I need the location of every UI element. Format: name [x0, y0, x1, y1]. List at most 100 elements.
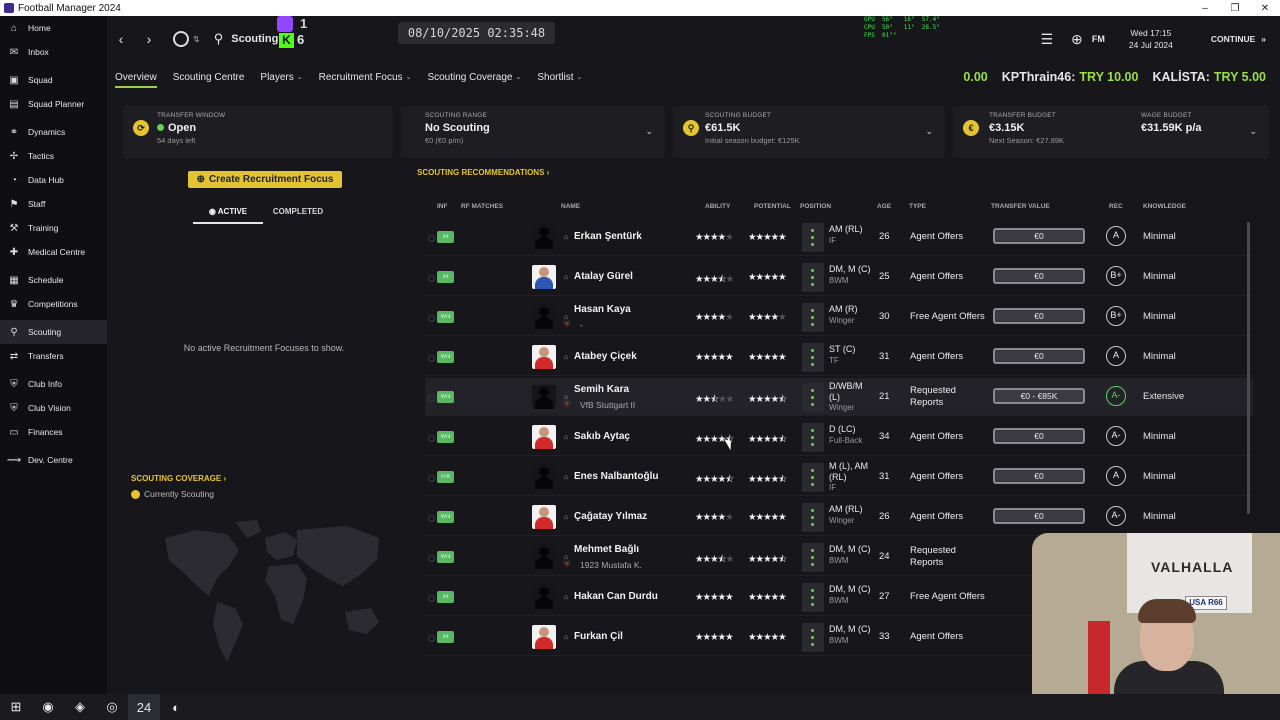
table-row[interactable]: Wnt ⌂ Sakıb Aytaç ★★★★⯪ ★★★★⯪ D (LC) Full-Back…: [425, 418, 1253, 456]
tab-recruitment-focus[interactable]: Recruitment Focus ⌄: [311, 62, 420, 92]
chevron-down-icon[interactable]: ⌄: [645, 126, 653, 137]
select-radio[interactable]: [428, 635, 435, 642]
col-rf-matches[interactable]: RF MATCHES: [461, 203, 503, 210]
select-radio[interactable]: [428, 275, 435, 282]
col-knowledge[interactable]: KNOWLEDGE: [1143, 203, 1186, 210]
player-name[interactable]: Hasan Kaya: [574, 304, 631, 315]
transfer-budget-panel[interactable]: € TRANSFER BUDGET €3.15K Next Season: €2…: [953, 106, 1269, 158]
table-row[interactable]: Wnt ⌂ Atabey Çiçek ★★★★★ ★★★★★ ST (C) TF 31 Agen…: [425, 338, 1253, 376]
sidebar-item-club-info[interactable]: ⛨ Club Info: [0, 372, 107, 396]
col-type[interactable]: TYPE: [909, 203, 926, 210]
player-name[interactable]: Enes Nalbantoğlu: [574, 471, 658, 482]
player-club[interactable]: -: [580, 320, 583, 330]
sidebar-item-schedule[interactable]: ▦ Schedule: [0, 268, 107, 292]
table-row[interactable]: Int ⌂ Atalay Gürel ★★★⯪★ ★★★★★ DM, M (C) BWM 25…: [425, 258, 1253, 296]
table-row[interactable]: Wnt ⌂ Semih Kara ⛨ VfB Stuttgart II ★★⯪★★ ★★★★…: [425, 378, 1253, 416]
globe-icon[interactable]: ⊕: [1062, 31, 1092, 48]
world-map[interactable]: [157, 516, 387, 666]
sidebar-item-dynamics[interactable]: ⚭ Dynamics: [0, 120, 107, 144]
sidebar-item-home[interactable]: ⌂ Home: [0, 16, 107, 40]
col-transfer-value[interactable]: TRANSFER VALUE: [991, 203, 1050, 210]
select-radio[interactable]: [428, 595, 435, 602]
sidebar-item-transfers[interactable]: ⇄ Transfers: [0, 344, 107, 368]
tab-players[interactable]: Players ⌄: [252, 62, 310, 92]
tab-shortlist[interactable]: Shortlist ⌄: [529, 62, 590, 92]
sidebar-item-competitions[interactable]: ♛ Competitions: [0, 292, 107, 316]
table-row[interactable]: Int ⌂ Erkan Şentürk ★★★★★ ★★★★★ AM (RL) IF 26 Ag…: [425, 218, 1253, 256]
sidebar-item-inbox[interactable]: ✉ Inbox: [0, 40, 107, 64]
scouting-range-panel[interactable]: SCOUTING RANGE No Scouting €0 (€0 p/m) ⌄: [401, 106, 665, 158]
discord-icon[interactable]: ◎: [96, 694, 128, 720]
select-radio[interactable]: [428, 515, 435, 522]
player-club[interactable]: 1923 Mustafa K.: [580, 560, 642, 570]
windows-start-icon[interactable]: ⊞: [0, 694, 32, 720]
player-name[interactable]: Mehmet Bağlı: [574, 544, 639, 555]
sidebar-item-medical-centre[interactable]: ✚ Medical Centre: [0, 240, 107, 264]
select-radio[interactable]: [428, 475, 435, 482]
chrome-icon[interactable]: ◉: [32, 694, 64, 720]
player-name[interactable]: Erkan Şentürk: [574, 231, 642, 242]
col-ability[interactable]: ABILITY: [705, 203, 730, 210]
scouting-budget-panel[interactable]: ⚲ SCOUTING BUDGET €61.5K Initial season …: [673, 106, 945, 158]
tab-active[interactable]: ◉ ACTIVE: [193, 204, 263, 224]
sidebar-item-club-vision[interactable]: ⛨ Club Vision: [0, 396, 107, 420]
minimize-button[interactable]: –: [1190, 3, 1220, 14]
sidebar-item-scouting[interactable]: ⚲ Scouting: [0, 320, 107, 344]
search-icon[interactable]: ⚲: [214, 31, 224, 47]
close-button[interactable]: ✕: [1250, 3, 1280, 14]
select-radio[interactable]: [428, 235, 435, 242]
sidebar-item-squad[interactable]: ▣ Squad: [0, 68, 107, 92]
back-button[interactable]: ‹: [107, 31, 135, 47]
select-radio[interactable]: [428, 555, 435, 562]
player-name[interactable]: Sakıb Aytaç: [574, 431, 630, 442]
col-position[interactable]: POSITION: [800, 203, 831, 210]
sidebar-item-data-hub[interactable]: ◔ Data Hub: [0, 168, 107, 192]
col-inf[interactable]: INF: [437, 203, 447, 210]
scouting-coverage-link[interactable]: SCOUTING COVERAGE ›: [131, 474, 226, 483]
sidebar-item-dev-centre[interactable]: ⟿ Dev. Centre: [0, 448, 107, 472]
sidebar-item-training[interactable]: ⚒ Training: [0, 216, 107, 240]
create-recruitment-focus-button[interactable]: ⊕ Create Recruitment Focus: [188, 171, 342, 188]
col-age[interactable]: AGE: [877, 203, 891, 210]
search-bar[interactable]: ⚲ Scouting: [214, 31, 914, 47]
player-club[interactable]: VfB Stuttgart II: [580, 400, 635, 410]
select-radio[interactable]: [428, 355, 435, 362]
forward-button[interactable]: ›: [135, 31, 163, 47]
scouting-recommendations-link[interactable]: SCOUTING RECOMMENDATIONS ›: [417, 168, 549, 177]
fm-menu-button[interactable]: FM: [1092, 34, 1105, 44]
table-row[interactable]: Wnt ⌂ Çağatay Yılmaz ★★★★★ ★★★★★ AM (RL) Winge…: [425, 498, 1253, 536]
tab-scouting-centre[interactable]: Scouting Centre: [165, 62, 253, 92]
player-name[interactable]: Atabey Çiçek: [574, 351, 637, 362]
table-row[interactable]: FrA ⌂ Enes Nalbantoğlu ★★★★⯪ ★★★★⯪ M (L), AM(…: [425, 458, 1253, 496]
tab-completed[interactable]: COMPLETED: [263, 204, 333, 224]
col-potential[interactable]: POTENTIAL: [754, 203, 791, 210]
chevron-down-icon[interactable]: ⌄: [1249, 126, 1257, 137]
select-radio[interactable]: [428, 315, 435, 322]
player-name[interactable]: Furkan Çil: [574, 631, 623, 642]
steam-icon[interactable]: ◈: [64, 694, 96, 720]
select-radio[interactable]: [428, 395, 435, 402]
obs-icon[interactable]: ◐: [160, 694, 192, 720]
sidebar-item-finances[interactable]: ▭ Finances: [0, 420, 107, 444]
fm24-icon[interactable]: 24: [128, 694, 160, 720]
table-scrollbar[interactable]: [1247, 222, 1250, 514]
sidebar-item-staff[interactable]: ⚑ Staff: [0, 192, 107, 216]
tab-scouting-coverage[interactable]: Scouting Coverage ⌄: [419, 62, 529, 92]
player-name[interactable]: Atalay Gürel: [574, 271, 633, 282]
maximize-button[interactable]: ❐: [1220, 3, 1250, 14]
sidebar-item-squad-planner[interactable]: ▤ Squad Planner: [0, 92, 107, 116]
chevron-down-icon[interactable]: ⌄: [925, 126, 933, 137]
menu-icon[interactable]: ☰: [1032, 31, 1062, 48]
col-name[interactable]: NAME: [561, 203, 580, 210]
col-rec[interactable]: REC: [1109, 203, 1123, 210]
player-name[interactable]: Semih Kara: [574, 384, 629, 395]
continue-button[interactable]: CONTINUE »: [1211, 34, 1266, 44]
tab-overview[interactable]: Overview: [107, 62, 165, 92]
club-switch-caret-icon[interactable]: ⇅: [193, 35, 200, 44]
select-radio[interactable]: [428, 435, 435, 442]
transfer-window-panel[interactable]: ⟳ TRANSFER WINDOW Open 54 days left: [123, 106, 393, 158]
club-badge-icon[interactable]: [173, 31, 189, 47]
table-row[interactable]: Wnt ⌂ Hasan Kaya ⛨ - ★★★★★ ★★★★★ AM (R) Winger 30…: [425, 298, 1253, 336]
sidebar-item-tactics[interactable]: ✢ Tactics: [0, 144, 107, 168]
player-name[interactable]: Çağatay Yılmaz: [574, 511, 647, 522]
